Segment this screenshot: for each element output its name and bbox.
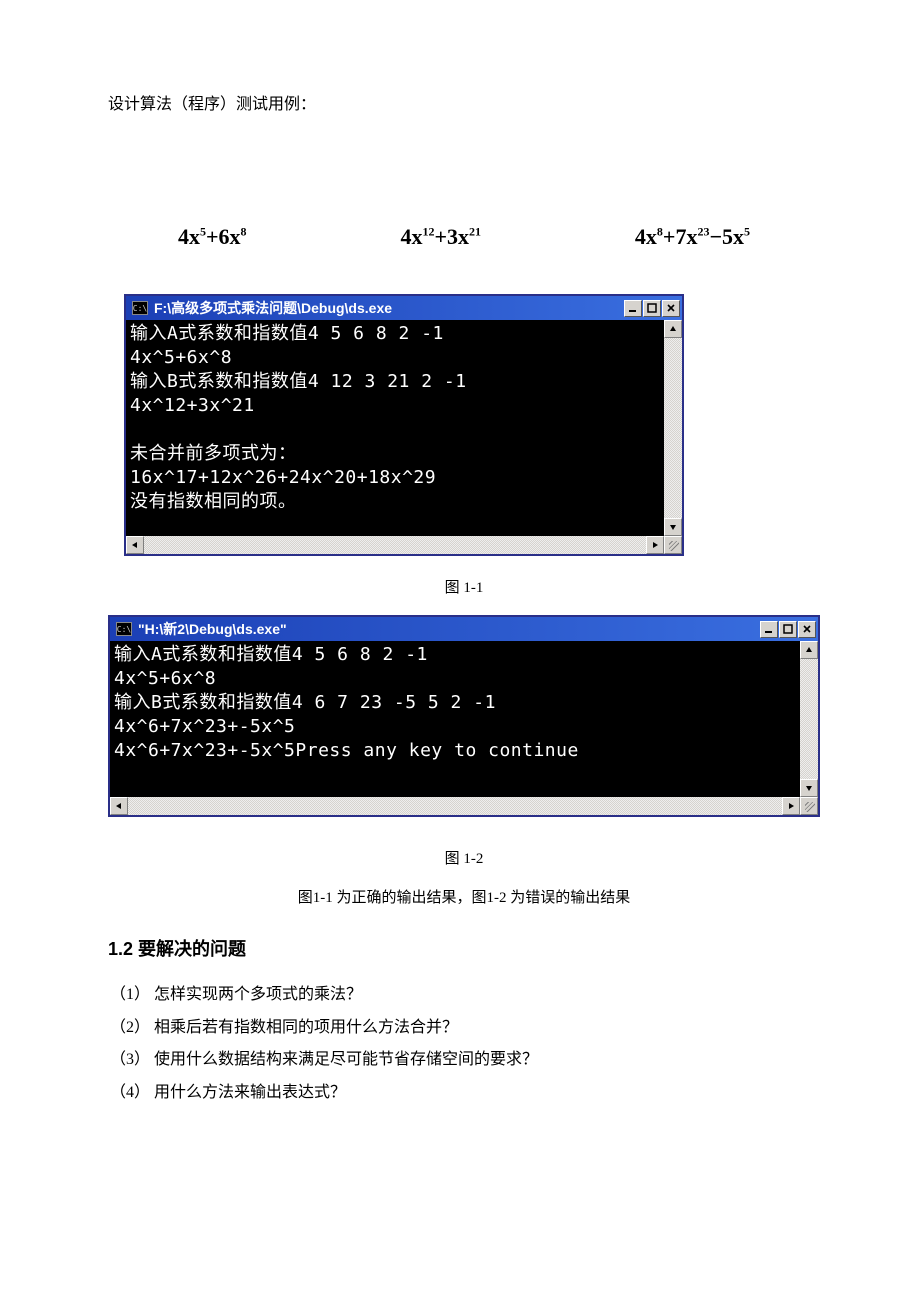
resize-grip[interactable] — [800, 797, 818, 815]
minimize-button[interactable] — [624, 300, 642, 317]
list-item: （1） 怎样实现两个多项式的乘法？ — [110, 979, 820, 1012]
exp: 21 — [469, 225, 481, 239]
scroll-up-button[interactable] — [800, 641, 818, 659]
console-window-1: C:\ F:\高级多项式乘法问题\Debug\ds.exe 输入A式系数和指数值… — [124, 294, 684, 556]
scroll-left-button[interactable] — [110, 797, 128, 815]
window-title: F:\高级多项式乘法问题\Debug\ds.exe — [154, 298, 392, 318]
formula-1: 4x5+6x8 — [178, 224, 247, 250]
vertical-scrollbar[interactable] — [664, 320, 682, 536]
exp: 5 — [744, 225, 750, 239]
cmd-icon: C:\ — [132, 301, 148, 315]
formula-3: 4x8+7x23−5x5 — [635, 224, 750, 250]
scroll-left-button[interactable] — [126, 536, 144, 554]
list-item: （2） 相乘后若有指数相同的项用什么方法合并？ — [110, 1012, 820, 1045]
close-button[interactable] — [662, 300, 680, 317]
term: +3x — [434, 224, 469, 249]
question-list: （1） 怎样实现两个多项式的乘法？ （2） 相乘后若有指数相同的项用什么方法合并… — [108, 979, 820, 1110]
term: −5x — [709, 224, 744, 249]
titlebar[interactable]: C:\ F:\高级多项式乘法问题\Debug\ds.exe — [126, 296, 682, 320]
console-output: 输入A式系数和指数值4 5 6 8 2 -1 4x^5+6x^8 输入B式系数和… — [110, 641, 800, 797]
horizontal-scrollbar[interactable] — [110, 797, 800, 815]
formula-2: 4x12+3x21 — [400, 224, 481, 250]
term: +6x — [206, 224, 241, 249]
list-item: （3） 使用什么数据结构来满足尽可能节省存储空间的要求？ — [110, 1044, 820, 1077]
maximize-button[interactable] — [643, 300, 661, 317]
window-title: "H:\新2\Debug\ds.exe" — [138, 619, 287, 639]
close-button[interactable] — [798, 621, 816, 638]
figure-caption-1: 图 1-1 — [108, 576, 820, 597]
console-window-2: C:\ "H:\新2\Debug\ds.exe" 输入A式系数和指数值4 5 6… — [108, 615, 820, 817]
scroll-track[interactable] — [144, 536, 646, 554]
section-heading: 1.2 要解决的问题 — [108, 935, 820, 961]
list-item: （4） 用什么方法来输出表达式？ — [110, 1077, 820, 1110]
horizontal-scrollbar[interactable] — [126, 536, 664, 554]
scroll-track[interactable] — [128, 797, 782, 815]
resize-grip[interactable] — [664, 536, 682, 554]
scroll-up-button[interactable] — [664, 320, 682, 338]
figure-caption-2: 图 1-2 — [108, 847, 820, 868]
intro-text: 设计算法（程序）测试用例： — [108, 90, 820, 114]
titlebar[interactable]: C:\ "H:\新2\Debug\ds.exe" — [110, 617, 818, 641]
exp: 12 — [422, 225, 434, 239]
console-output: 输入A式系数和指数值4 5 6 8 2 -1 4x^5+6x^8 输入B式系数和… — [126, 320, 664, 536]
cmd-icon: C:\ — [116, 622, 132, 636]
term: 4x — [400, 224, 422, 249]
formula-row: 4x5+6x8 4x12+3x21 4x8+7x23−5x5 — [108, 224, 820, 250]
scroll-right-button[interactable] — [646, 536, 664, 554]
vertical-scrollbar[interactable] — [800, 641, 818, 797]
scroll-track[interactable] — [800, 659, 818, 779]
maximize-button[interactable] — [779, 621, 797, 638]
figure-caption-note: 图1-1 为正确的输出结果，图1-2 为错误的输出结果 — [108, 886, 820, 907]
scroll-track[interactable] — [664, 338, 682, 518]
minimize-button[interactable] — [760, 621, 778, 638]
scroll-down-button[interactable] — [664, 518, 682, 536]
term: 4x — [635, 224, 657, 249]
exp: 23 — [697, 225, 709, 239]
exp: 8 — [241, 225, 247, 239]
scroll-right-button[interactable] — [782, 797, 800, 815]
term: 4x — [178, 224, 200, 249]
scroll-down-button[interactable] — [800, 779, 818, 797]
term: +7x — [663, 224, 698, 249]
